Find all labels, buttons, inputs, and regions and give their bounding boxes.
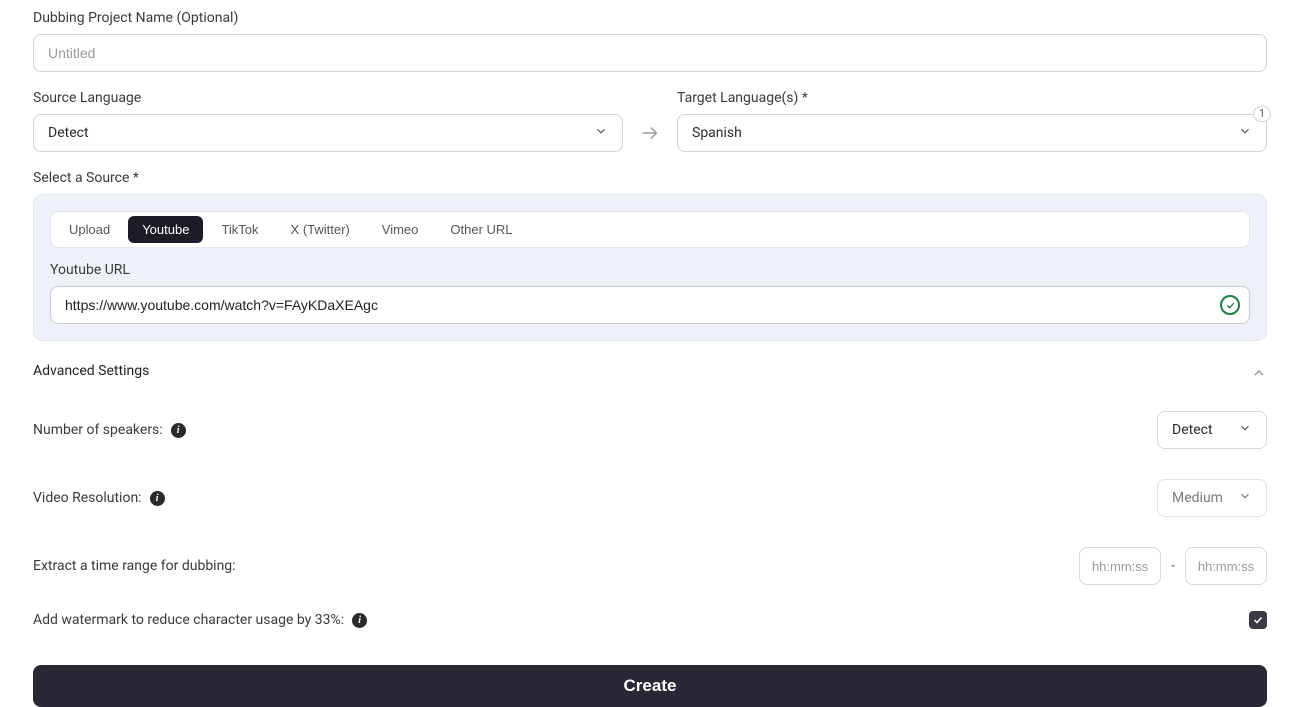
time-range-label: Extract a time range for dubbing: [33, 558, 236, 574]
info-icon[interactable]: i [150, 491, 165, 506]
resolution-value: Medium [1172, 490, 1223, 506]
tab-upload[interactable]: Upload [55, 216, 124, 243]
tab-other-url[interactable]: Other URL [436, 216, 526, 243]
time-range-separator: - [1171, 558, 1175, 574]
chevron-up-icon [1251, 361, 1267, 381]
speakers-select[interactable]: Detect [1157, 411, 1267, 449]
info-icon[interactable]: i [171, 423, 186, 438]
chevron-down-icon [594, 124, 608, 142]
source-box: Upload Youtube TikTok X (Twitter) Vimeo … [33, 194, 1267, 341]
tab-tiktok[interactable]: TikTok [207, 216, 272, 243]
chevron-down-icon [1238, 124, 1252, 142]
create-button[interactable]: Create [33, 665, 1267, 707]
source-language-select[interactable]: Detect [33, 114, 623, 152]
chevron-down-icon [1238, 489, 1252, 507]
resolution-select[interactable]: Medium [1157, 479, 1267, 517]
tab-vimeo[interactable]: Vimeo [368, 216, 433, 243]
resolution-label: Video Resolution: [33, 490, 142, 506]
chevron-down-icon [1238, 421, 1252, 439]
speakers-value: Detect [1172, 422, 1213, 438]
advanced-settings-label: Advanced Settings [33, 363, 149, 379]
info-icon[interactable]: i [352, 613, 367, 628]
time-start-input[interactable] [1079, 547, 1161, 585]
check-circle-icon [1220, 295, 1240, 315]
target-language-select[interactable]: Spanish [677, 114, 1267, 152]
youtube-url-input[interactable] [50, 286, 1250, 324]
target-language-value: Spanish [692, 125, 742, 141]
target-language-count-badge: 1 [1253, 106, 1271, 122]
source-tabs: Upload Youtube TikTok X (Twitter) Vimeo … [50, 211, 1250, 248]
youtube-url-label: Youtube URL [50, 262, 1250, 278]
tab-youtube[interactable]: Youtube [128, 216, 203, 243]
watermark-label: Add watermark to reduce character usage … [33, 612, 344, 628]
watermark-checkbox[interactable] [1249, 611, 1267, 629]
tab-x-twitter[interactable]: X (Twitter) [277, 216, 364, 243]
speakers-label: Number of speakers: [33, 422, 163, 438]
target-language-label: Target Language(s) * [677, 90, 1267, 106]
project-name-label: Dubbing Project Name (Optional) [33, 10, 1267, 26]
arrow-right-icon [639, 114, 661, 152]
project-name-input[interactable] [33, 34, 1267, 72]
time-end-input[interactable] [1185, 547, 1267, 585]
advanced-settings-toggle[interactable]: Advanced Settings [33, 361, 1267, 381]
source-language-label: Source Language [33, 90, 623, 106]
source-language-value: Detect [48, 125, 89, 141]
select-source-label: Select a Source * [33, 170, 1267, 186]
